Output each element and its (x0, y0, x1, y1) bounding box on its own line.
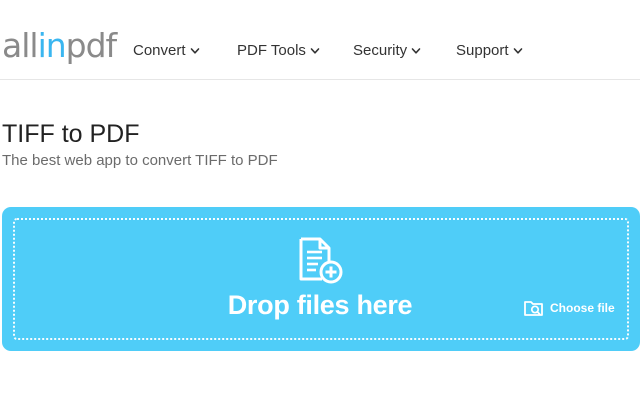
logo-text-pdf: pdf (65, 26, 118, 65)
nav-item-label: PDF Tools (237, 42, 306, 59)
logo-text-in: in (37, 26, 67, 65)
chevron-down-icon (190, 48, 199, 54)
nav-item-label: Support (456, 42, 509, 59)
chevron-down-icon (411, 48, 421, 54)
nav-item-convert[interactable]: Convert (133, 40, 200, 62)
nav-item-label: Convert (133, 42, 186, 59)
site-logo[interactable]: allinpdf (2, 26, 118, 65)
chevron-down-icon (513, 48, 522, 54)
site-header: allinpdf Convert PDF Tools Security Supp… (0, 0, 640, 80)
logo-text-all: all (2, 26, 39, 65)
nav-item-support[interactable]: Support (456, 40, 523, 62)
choose-file-button[interactable]: Choose file (523, 297, 615, 319)
nav-item-label: Security (353, 42, 408, 59)
nav-item-security[interactable]: Security (353, 40, 421, 62)
nav-item-pdf-tools[interactable]: PDF Tools (237, 40, 320, 62)
page-title: TIFF to PDF (2, 120, 140, 148)
file-add-icon (299, 237, 343, 284)
folder-search-icon (524, 301, 543, 316)
choose-file-label: Choose file (550, 301, 615, 315)
chevron-down-icon (310, 48, 320, 54)
page-subtitle: The best web app to convert TIFF to PDF (2, 152, 278, 169)
